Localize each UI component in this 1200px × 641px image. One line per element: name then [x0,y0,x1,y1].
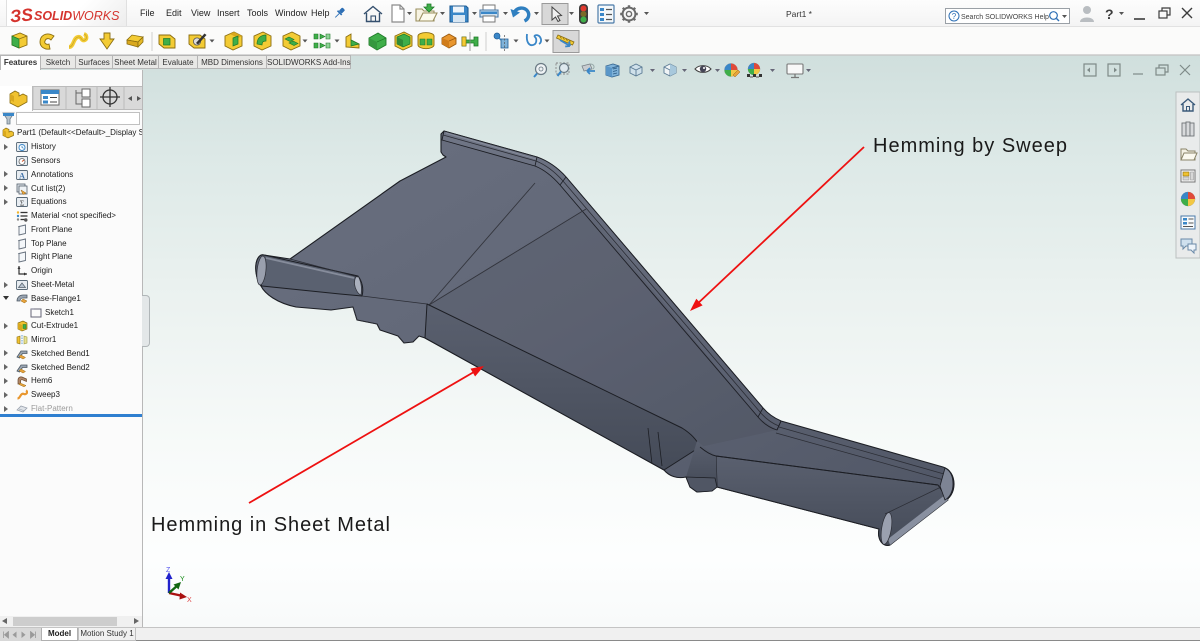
svg-text:Hemming by Sweep: Hemming by Sweep [873,135,1068,157]
svg-text:Z: Z [166,567,171,574]
svg-text:Hemming in Sheet Metal: Hemming in Sheet Metal [151,514,391,536]
svg-text:Y: Y [180,576,185,583]
svg-text:X: X [187,597,192,604]
